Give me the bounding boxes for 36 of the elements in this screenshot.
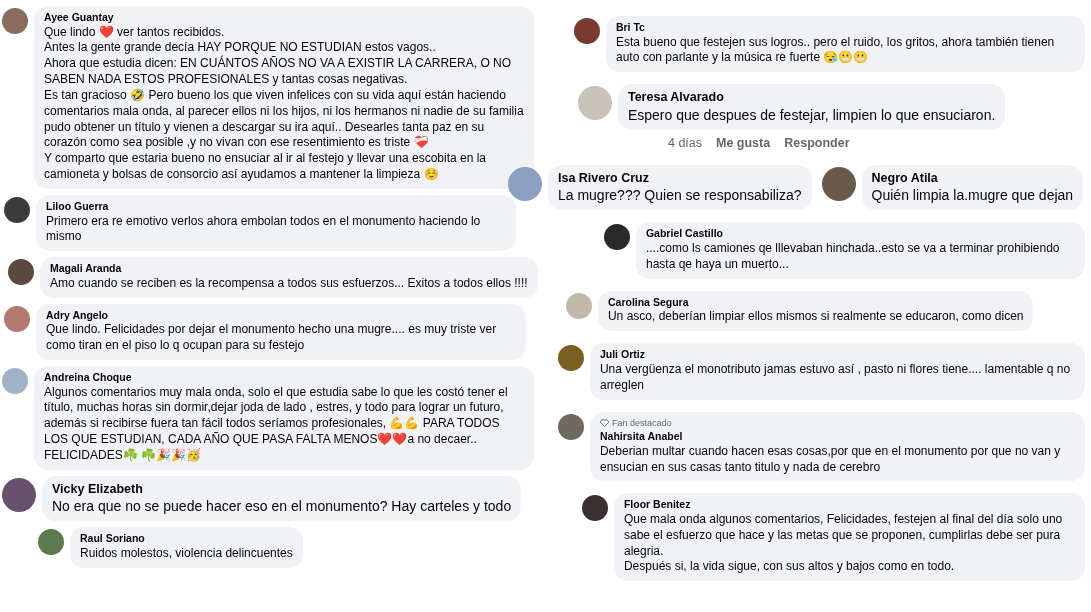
reply-link[interactable]: Responder <box>784 134 850 153</box>
commenter-name[interactable]: Bri Tc <box>615 21 1075 35</box>
badge-label: Fan destacado <box>611 416 672 430</box>
commenter-name[interactable]: Juli Ortiz <box>599 348 1075 362</box>
comment-text: La mugre??? Quien se responsabiliza? <box>557 186 802 205</box>
commenter-name[interactable]: Magali Aranda <box>50 262 528 276</box>
comment-text: Que mala onda algunos comentarios, Felicidades, festejen al final del día solo uno sabe el esfuerzo que hace y las metas que se proponen, cumplirlas debe ser pura alegria. Después si, la vida sigue, con sus altos y bajos como en todo. <box>623 512 1064 576</box>
comment-text: Ruidos molestos, violencia delincuentes <box>80 546 293 562</box>
commenter-name[interactable]: Gabriel Castillo <box>645 227 1075 242</box>
comment-text: No era que no se puede hacer eso en el monumento? Hay carteles y todo <box>52 497 512 516</box>
comment-text: Amo cuando se reciben es la recompensa a todos sus esfuerzos... Exitos a todos ellos !!!! <box>50 275 528 292</box>
comment-text: Que lindo. Felicidades por dejar el monumento hecho una mugre.... es muy triste ver como tiran en el piso lo q ocupan para su festejo <box>46 322 498 354</box>
comment-text: Que lindo ❤ ver tantos recibidos. Antes la gente grande decía HAY PORQUE NO ESTUDIAN estos vagos.. Ahora que estudia dicen: EN CUÁNTOS AÑOS NO VA A EXISTIR LA CARRERA, O NO SABEN NADA ESTOS PROFESIONALES y tantas cosas negativas. Es tan gracioso 🤣 Pero bueno los que viven infelices con su vida aquí están haciendo comentarios mala onda, al parecer ellos ni los hijos, ni los hermanos ni nadie de su familia pudo obtener un título y vienen a descargar su ira aquí.. Desearles tanta paz en su corazón como sea posible ,y no vivan con ese resentimiento es triste ❤‍🩹 Y comparto que estaria bueno no ensuciar al ir al festejo y llevar una escobita en la camioneta y bolsas de consorcio así ayudamos a mantener la limpieza ☺ <box>44 24 524 183</box>
commenter-name[interactable]: Adry Angelo <box>46 308 516 323</box>
comment-text: Esta bueno que festejen sus logros.. pero el ruido, los gritos, ahora también tienen auto con parlante y la música re fuerte 😪😬😬 <box>615 34 1056 67</box>
commenter-name[interactable]: Isa Rivero Cruz <box>557 169 802 186</box>
comment-text: Una vergüenza el monotributo jamas estuvo así , pasto ni flores tiene.... lamentable q no arreglen <box>599 361 1072 394</box>
commenter-name[interactable]: Raul Soriano <box>80 532 293 547</box>
timestamp: 4 días <box>667 135 702 152</box>
commenter-name[interactable]: Teresa Alvarado <box>627 89 996 106</box>
commenter-name[interactable]: Nahirsita Anabel <box>599 430 1075 444</box>
comment-text: Quién limpia la.mugre que dejan <box>871 186 1074 205</box>
commenter-name[interactable]: Carolina Segura <box>607 295 1024 310</box>
commenter-name[interactable]: Vicky Elizabeth <box>52 480 512 497</box>
commenter-name[interactable]: Floor Benitez <box>623 498 1075 512</box>
like-link[interactable]: Me gusta <box>716 134 771 153</box>
commenter-name[interactable]: Liloo Guerra <box>46 199 506 214</box>
comment-text: Primero era re emotivo verlos ahora embolan todos en el monumento haciendo lo mismo <box>46 213 482 246</box>
comment-text: ....como ls camiones qe lllevaban hinchada..esto se va a terminar prohibiendo hasta qe haya un muerto... <box>645 241 1061 273</box>
comment-text: Un asco, deberían limpiar ellos mismos si realmente se educaron, como dicen <box>607 309 1024 326</box>
commenter-name[interactable]: Andreina Choque <box>44 371 524 385</box>
commenter-name[interactable]: Ayee Guantay <box>44 11 524 25</box>
commenter-name[interactable]: Negro Atila <box>871 169 1074 186</box>
comment-text: Deberian multar cuando hacen esas cosas,por que en el monumento por que no van y ensucian en sus casas tanto titulo y nada de cerebro <box>599 443 1062 476</box>
comment-text: Espero que despues de festejar, limpien lo que ensuciaron. <box>627 105 996 124</box>
comment-text: Algunos comentarios muy mala onda, solo el que estudia sabe lo que les costó tener el título, muchas horas sin dormir,dejar joda de lado , estres, y todo para lograr un futuro, además si recibirse fuera tan fácil todos seríamos profesionales, 💪💪 PARA TODOS LOS QUE ESTUDIAN, CADA AÑO QUE PASA FALTA MENOS❤❤a no decaer.. FELICIDADES☘ ☘🎉🎉🥳 <box>44 384 509 464</box>
